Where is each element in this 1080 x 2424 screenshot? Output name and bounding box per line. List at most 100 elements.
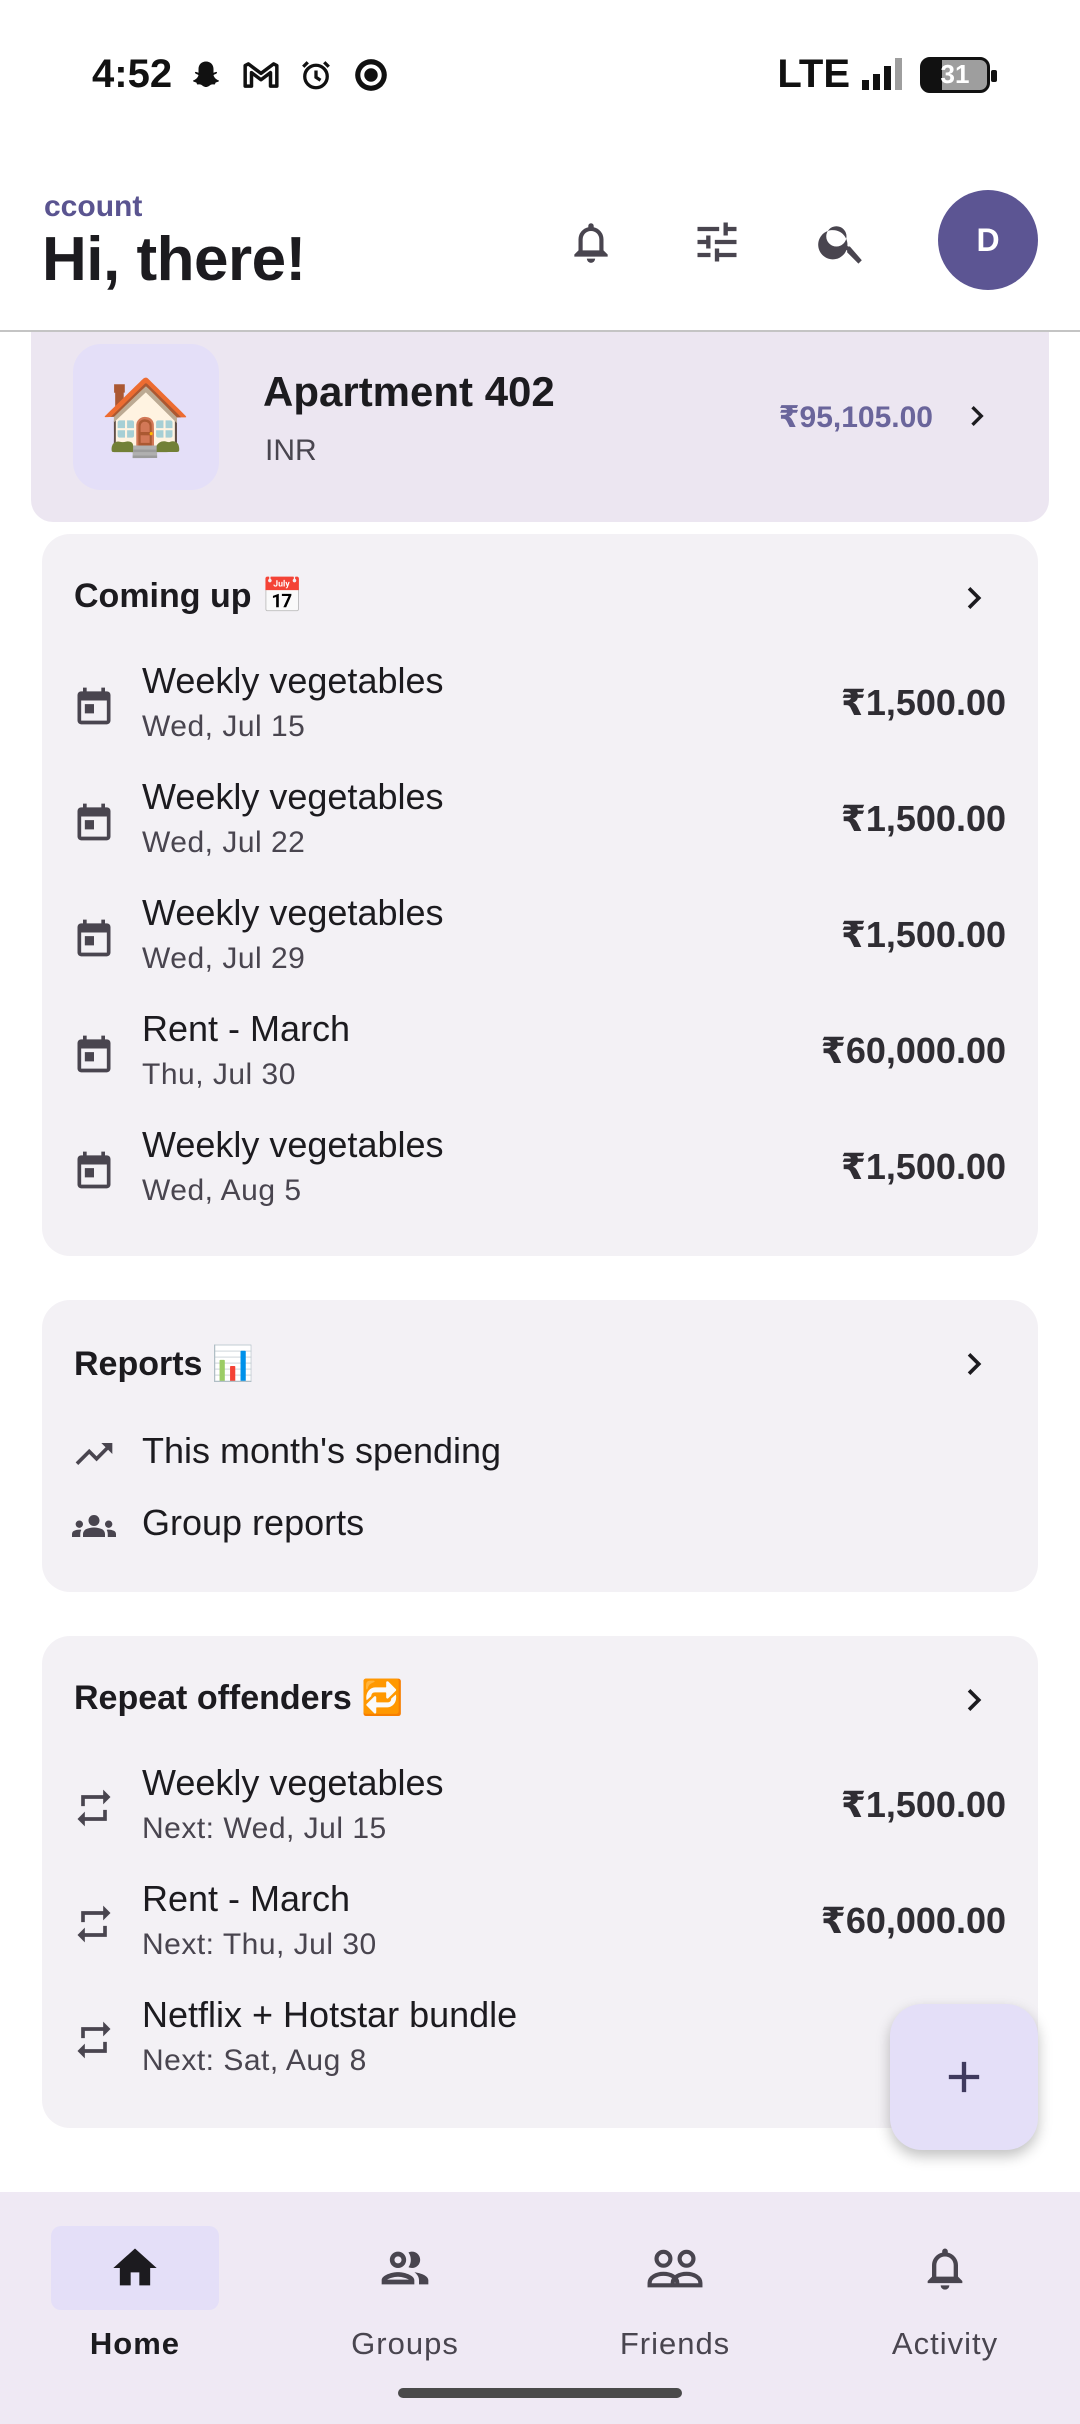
nav-label: Activity (891, 2326, 999, 2361)
nav-groups[interactable]: Groups (270, 2208, 540, 2368)
item-title: Netflix + Hotstar bundle (142, 1994, 518, 2035)
people-icon (72, 1515, 116, 1537)
network-type: LTE (777, 52, 850, 96)
header-subtitle: ccount (44, 190, 143, 223)
item-amount: ₹1,500.00 (840, 798, 1006, 839)
item-amount: ₹1,500.00 (840, 1146, 1006, 1187)
item-title: Rent - March (142, 1878, 351, 1919)
nav-label: Home (89, 2326, 181, 2361)
coming-up-card: Coming up 📅 Weekly vegetables Wed, Jul 1… (42, 534, 1038, 1256)
nav-home[interactable]: Home (0, 2208, 270, 2368)
coming-up-title: Coming up 📅 (74, 577, 304, 615)
group-card[interactable]: 🏠 Apartment 402 INR ₹95,105.00 (31, 332, 1049, 522)
nav-activity[interactable]: Activity (810, 2208, 1080, 2368)
list-item[interactable]: Weekly vegetables Wed, Aug 5 ₹1,500.00 (42, 1120, 1038, 1220)
system-status: LTE 31 (777, 52, 997, 97)
group-name: Apartment 402 (263, 368, 555, 415)
item-amount: ₹1,500.00 (840, 1784, 1006, 1825)
item-amount: ₹1,500.00 (840, 682, 1006, 723)
repeat-icon (77, 2021, 111, 2059)
calendar-icon (77, 1151, 111, 1189)
chevron-right-icon (971, 406, 984, 426)
page-title: Hi, there! (42, 225, 306, 294)
signal-icon (862, 57, 902, 90)
chevron-right-icon[interactable] (952, 576, 996, 620)
notifications-button[interactable] (551, 202, 631, 282)
list-item[interactable]: Weekly vegetables Wed, Jul 29 ₹1,500.00 (42, 888, 1038, 988)
notification-icons (188, 56, 390, 94)
group-balance: ₹95,105.00 (778, 401, 933, 434)
snapchat-icon (193, 61, 219, 87)
link-label: This month's spending (142, 1430, 502, 1471)
group-currency: INR (265, 434, 317, 467)
gmail-icon (243, 62, 279, 88)
reports-title: Reports 📊 (74, 1345, 255, 1383)
list-item[interactable]: Rent - March Next: Thu, Jul 30 ₹60,000.0… (42, 1874, 1038, 1974)
nav-friends[interactable]: Friends (540, 2208, 810, 2368)
list-item[interactable]: Weekly vegetables Wed, Jul 22 ₹1,500.00 (42, 772, 1038, 872)
gesture-handle[interactable] (398, 2388, 682, 2398)
nav-label: Friends (619, 2326, 731, 2361)
battery-icon: 31 (920, 56, 997, 93)
house-icon: 🏠 (73, 344, 219, 490)
chevron-right-icon[interactable] (952, 1678, 996, 1722)
app-header: ccount Hi, there! D (0, 150, 1080, 332)
nav-groups-indicator (321, 2226, 489, 2310)
status-time: 4:52 (92, 52, 173, 96)
item-amount: ₹1,500.00 (840, 914, 1006, 955)
groups-icon (381, 2251, 429, 2285)
monthly-spending-link[interactable]: This month's spending (42, 1418, 1038, 1488)
list-item[interactable]: Rent - March Thu, Jul 30 ₹60,000.00 (42, 1004, 1038, 1104)
link-label: Group reports (142, 1502, 365, 1543)
chevron-right-icon[interactable] (952, 1342, 996, 1386)
nav-friends-indicator (591, 2226, 759, 2310)
item-date: Wed, Jul 22 (142, 826, 306, 859)
item-title: Weekly vegetables (142, 1762, 444, 1803)
item-title: Weekly vegetables (142, 776, 444, 817)
calendar-icon (77, 687, 111, 725)
repeat-offenders-title: Repeat offenders 🔁 (74, 1679, 404, 1717)
nav-label: Groups (351, 2326, 459, 2361)
bell-icon (574, 223, 608, 263)
item-title: Weekly vegetables (142, 892, 444, 933)
filter-button[interactable] (677, 202, 757, 282)
battery-level: 31 (940, 59, 970, 89)
app-status-icon (355, 59, 387, 91)
tune-icon (697, 222, 737, 262)
alarm-icon (302, 61, 330, 90)
item-title: Weekly vegetables (142, 660, 444, 701)
item-amount: ₹60,000.00 (820, 1900, 1006, 1941)
item-next-date: Next: Wed, Jul 15 (142, 1812, 387, 1845)
item-title: Rent - March (142, 1008, 351, 1049)
calendar-icon (77, 919, 111, 957)
list-item[interactable]: Weekly vegetables Wed, Jul 15 ₹1,500.00 (42, 656, 1038, 756)
calendar-icon (77, 1035, 111, 1073)
item-next-date: Next: Sat, Aug 8 (142, 2044, 367, 2077)
nav-home-indicator (51, 2226, 219, 2310)
repeat-icon (77, 1905, 111, 1943)
item-next-date: Next: Thu, Jul 30 (142, 1928, 377, 1961)
avatar[interactable]: D (938, 190, 1038, 290)
home-icon (113, 2248, 157, 2286)
friends-icon (647, 2249, 703, 2288)
search-icon (818, 226, 862, 264)
item-title: Weekly vegetables (142, 1124, 444, 1165)
trending-up-icon (75, 1443, 113, 1465)
add-expense-button[interactable] (890, 2004, 1038, 2150)
item-date: Thu, Jul 30 (142, 1058, 296, 1091)
reports-card: Reports 📊 This month's spending Group re… (42, 1300, 1038, 1592)
list-item[interactable]: Netflix + Hotstar bundle Next: Sat, Aug … (42, 1990, 1038, 2090)
status-bar: 4:52 LTE 31 (0, 0, 1080, 150)
bell-icon (927, 2248, 963, 2290)
calendar-icon (77, 803, 111, 841)
avatar-initial: D (976, 221, 1000, 258)
search-button[interactable] (802, 202, 882, 282)
list-item[interactable]: Weekly vegetables Next: Wed, Jul 15 ₹1,5… (42, 1758, 1038, 1858)
item-amount: ₹60,000.00 (820, 1030, 1006, 1071)
group-reports-link[interactable]: Group reports (42, 1490, 1038, 1560)
plus-icon (948, 2061, 980, 2093)
repeat-icon (77, 1789, 111, 1827)
nav-activity-indicator (861, 2226, 1029, 2310)
item-date: Wed, Jul 15 (142, 710, 306, 743)
item-date: Wed, Jul 29 (142, 942, 306, 975)
